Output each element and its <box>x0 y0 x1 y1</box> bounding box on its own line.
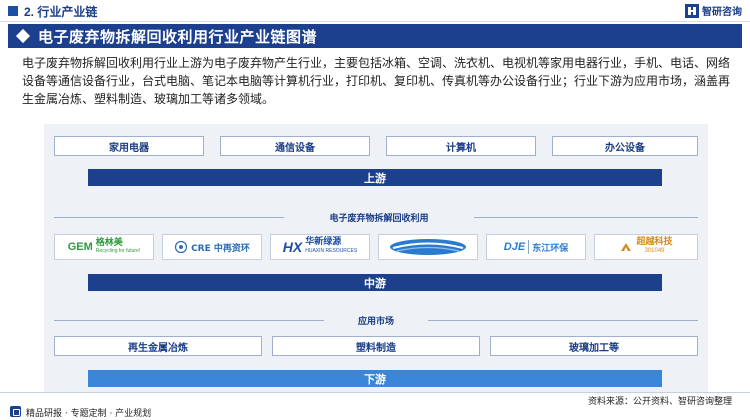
downstream-item-glass: 玻璃加工等 <box>490 336 698 356</box>
upstream-bar: 上游 <box>88 169 662 186</box>
page-title: 电子废弃物拆解回收利用行业产业链图谱 <box>38 28 318 46</box>
downstream-item-metal: 再生金属冶炼 <box>54 336 262 356</box>
footer-divider <box>0 392 750 393</box>
cre-circle-icon <box>174 240 188 254</box>
logo-gem: GEM 格林美 Recycling for future! <box>54 234 154 260</box>
title-diamond-icon <box>15 28 31 44</box>
logo-huaxin-sub: HUAXIN RESOURCES <box>305 248 358 254</box>
logo-chaoyue: 超越科技 301049 <box>594 234 698 260</box>
logo-chaoyue-sub: 301049 <box>644 248 665 254</box>
logo-gem-sub: Recycling for future! <box>95 248 141 254</box>
brand-name: 智研咨询 <box>702 7 742 18</box>
logo-dongjiang-mark: DJE <box>503 241 526 253</box>
logo-huaxin: HX 华新绿源 HUAXIN RESOURCES <box>270 234 370 260</box>
upstream-item-telecom: 通信设备 <box>220 136 370 156</box>
upstream-item-computers: 计算机 <box>386 136 536 156</box>
logo-wave <box>378 234 478 260</box>
brand-logo-icon <box>685 3 699 18</box>
logo-gem-text: 格林美 <box>95 238 123 248</box>
midstream-group-label: 电子废弃物拆解回收利用 <box>284 210 474 224</box>
logo-huaxin-text: 华新绿源 <box>305 237 342 247</box>
logo-chaoyue-text: 超越科技 <box>636 237 673 247</box>
downstream-bar: 下游 <box>88 370 662 387</box>
upstream-item-office: 办公设备 <box>552 136 698 156</box>
section-title: 2. 行业产业链 <box>24 5 98 19</box>
chaoyue-icon <box>621 243 632 251</box>
logo-huaxin-mark: HX <box>282 239 303 255</box>
upstream-item-appliances: 家用电器 <box>54 136 204 156</box>
section-marker <box>8 6 18 16</box>
wave-logo-icon <box>390 239 466 255</box>
top-header: 2. 行业产业链 智研咨询 <box>0 0 750 22</box>
midstream-bar: 中游 <box>88 274 662 291</box>
logo-cre-text: CRE 中再资环 <box>191 243 250 254</box>
downstream-group-label: 应用市场 <box>324 313 428 327</box>
logo-dongjiang-divider <box>528 240 530 254</box>
source-note: 资料来源：公开资料、智研咨询整理 <box>587 397 732 407</box>
footer-tagline: 精品研报 · 专题定制 · 产业规划 <box>26 409 152 419</box>
industry-chain-diagram: 家用电器 通信设备 计算机 办公设备 上游 电子废弃物拆解回收利用 GEM 格林… <box>44 124 708 392</box>
tagline-icon <box>10 406 21 417</box>
brand: 智研咨询 <box>685 3 742 18</box>
intro-paragraph: 电子废弃物拆解回收利用行业上游为电子废弃物产生行业，主要包括冰箱、空调、洗衣机、… <box>22 56 731 106</box>
logo-gem-mark: GEM <box>67 241 93 253</box>
footer: 资料来源：公开资料、智研咨询整理 精品研报 · 专题定制 · 产业规划 <box>0 392 750 420</box>
downstream-item-plastic: 塑料制造 <box>272 336 480 356</box>
logo-dongjiang: DJE 东江环保 <box>486 234 586 260</box>
title-bar: 电子废弃物拆解回收利用行业产业链图谱 <box>8 24 742 48</box>
logo-cre: CRE 中再资环 <box>162 234 262 260</box>
logo-dongjiang-text: 东江环保 <box>532 243 569 254</box>
